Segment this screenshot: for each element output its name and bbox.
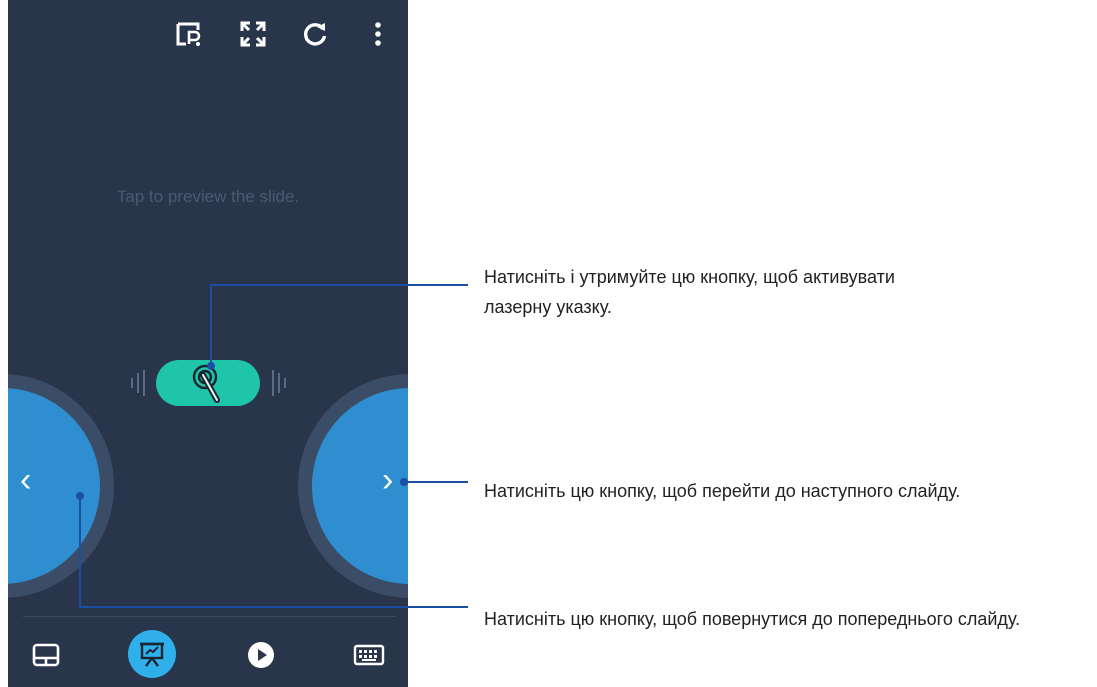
previous-callout-line-vertical <box>79 496 81 607</box>
chevron-left-icon[interactable]: ‹ <box>20 463 31 497</box>
fullscreen-icon[interactable] <box>237 18 269 50</box>
manual-figure: Tap to preview the slide. ‹ › Натисніть … <box>0 0 1097 687</box>
laser-callout-line-horizontal <box>210 284 468 286</box>
laser-callout-line-vertical <box>210 285 212 365</box>
next-callout-line <box>404 481 468 483</box>
laser-callout-text: Натисніть і утримуйте цю кнопку, щоб акт… <box>484 267 895 317</box>
chevron-right-icon[interactable]: › <box>382 463 393 497</box>
next-callout-text: Натисніть цю кнопку, щоб перейти до наст… <box>484 481 961 501</box>
phone-screen: Tap to preview the slide. ‹ › <box>8 0 408 687</box>
refresh-icon[interactable] <box>299 18 331 50</box>
bottom-divider <box>23 616 395 617</box>
previous-callout-line-horizontal <box>79 606 468 608</box>
more-vertical-icon[interactable] <box>362 18 394 50</box>
play-icon[interactable] <box>238 632 284 678</box>
presenter-notes-icon[interactable] <box>172 18 204 50</box>
next-slide-button-core[interactable] <box>312 388 408 584</box>
presentation-icon[interactable] <box>128 630 176 678</box>
keyboard-icon[interactable] <box>346 632 392 678</box>
preview-hint[interactable]: Tap to preview the slide. <box>8 187 408 207</box>
previous-callout-text: Натисніть цю кнопку, щоб повернутися до … <box>484 609 1021 629</box>
left-wave-indicator <box>131 370 145 396</box>
right-wave-indicator <box>272 370 286 396</box>
touchpad-icon[interactable] <box>23 632 69 678</box>
